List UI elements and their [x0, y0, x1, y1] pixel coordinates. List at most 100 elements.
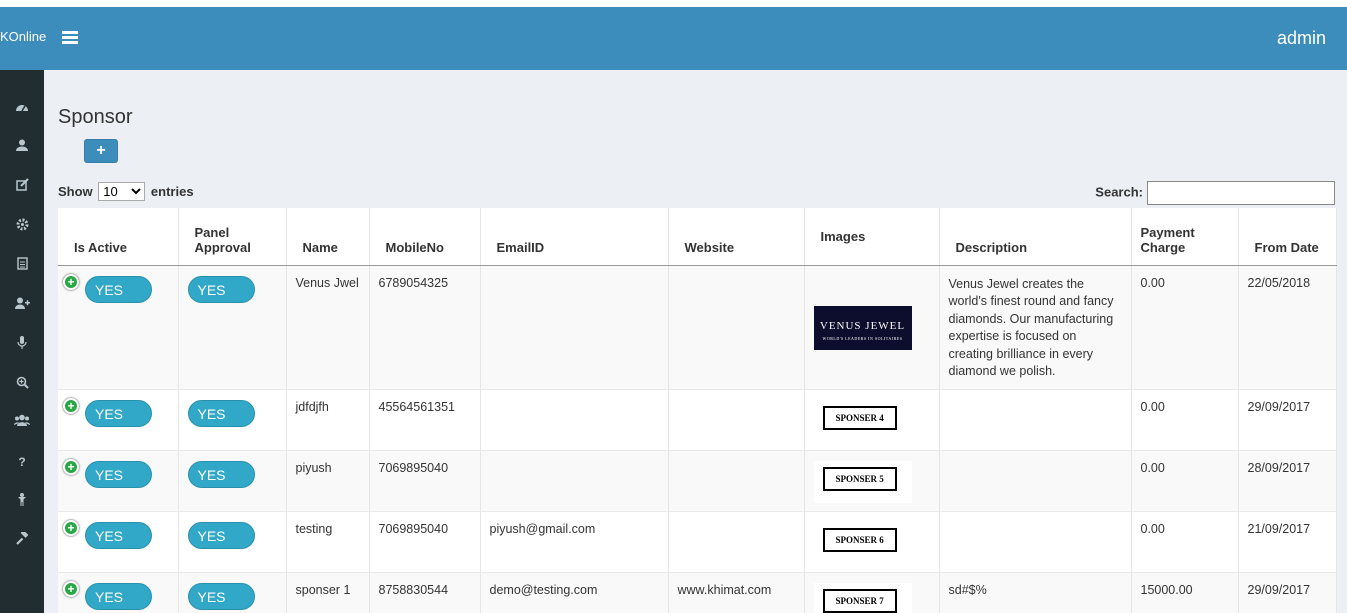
cell-mobile: 7069895040 — [369, 511, 481, 573]
top-header: KOnline admin — [0, 7, 1347, 70]
cell-from-date: 22/05/2018 — [1238, 265, 1337, 390]
cell-mobile: 6789054325 — [369, 265, 481, 390]
cell-image: SPONSER 7 — [804, 572, 940, 613]
col-header-images[interactable]: Images — [804, 208, 940, 266]
cell-from-date: 28/09/2017 — [1238, 450, 1337, 512]
cell-payment: 0.00 — [1131, 450, 1239, 512]
table-row[interactable]: + YES YES testing 7069895040 piyush@gmail… — [58, 511, 1337, 573]
col-header-website[interactable]: Website — [668, 208, 805, 266]
dashboard-icon[interactable] — [14, 100, 30, 116]
panel-approval-toggle[interactable]: YES — [187, 460, 255, 488]
cell-payment: 0.00 — [1131, 265, 1239, 390]
cell-from-date: 29/09/2017 — [1238, 572, 1337, 613]
search-control: Search: — [1095, 181, 1335, 205]
search-plus-icon[interactable] — [14, 376, 30, 392]
expand-row-icon[interactable]: + — [63, 580, 79, 597]
entries-select[interactable]: 10 — [98, 182, 146, 201]
cell-name: Venus Jwel — [286, 265, 370, 390]
entries-length-control: Show 10 entries — [58, 182, 194, 201]
is-active-toggle[interactable]: YES — [85, 582, 152, 610]
search-input[interactable] — [1147, 181, 1335, 205]
cell-name: sponser 1 — [286, 572, 370, 613]
cell-email — [480, 265, 669, 390]
is-active-toggle[interactable]: YES — [85, 399, 152, 427]
sponsor-image: SPONSER 5 — [813, 460, 912, 503]
cell-payment: 15000.00 — [1131, 572, 1239, 613]
user-icon[interactable] — [14, 139, 30, 155]
expand-row-icon[interactable]: + — [63, 273, 79, 290]
cell-image: VENUS JEWEL WORLD'S LEADERS IN SOLITAIRE… — [804, 265, 940, 390]
table-row[interactable]: + YES YES piyush 7069895040 SPONSER 5 0.0… — [58, 450, 1337, 512]
edit-icon[interactable] — [14, 178, 30, 194]
cell-email[interactable]: piyush@gmail.com — [480, 511, 669, 573]
col-header-email[interactable]: EmailID — [480, 208, 669, 266]
col-header-is-active[interactable]: Is Active — [58, 208, 179, 266]
table-header-row: Is Active Panel Approval Name MobileNo E… — [58, 208, 1337, 266]
microphone-icon[interactable] — [14, 336, 30, 352]
cell-from-date: 29/09/2017 — [1238, 389, 1337, 451]
cell-email[interactable]: demo@testing.com — [480, 572, 669, 613]
add-user-icon[interactable] — [14, 297, 30, 313]
gavel-icon[interactable] — [14, 530, 30, 548]
expand-row-icon[interactable]: + — [63, 397, 79, 414]
document-icon[interactable] — [14, 257, 30, 273]
sponsor-image: SPONSER 4 — [813, 399, 912, 442]
cell-website — [668, 265, 805, 390]
col-header-panel-approval[interactable]: Panel Approval — [178, 208, 287, 266]
expand-row-icon[interactable]: + — [63, 519, 79, 536]
cell-description: sd#$% — [939, 572, 1132, 613]
is-active-toggle[interactable]: YES — [85, 275, 152, 303]
cell-description — [939, 450, 1132, 512]
cell-website[interactable]: www.khimat.com — [668, 572, 805, 613]
sponsor-image: SPONSER 7 — [813, 582, 912, 613]
cell-mobile: 8758830544 — [369, 572, 481, 613]
cell-description — [939, 389, 1132, 451]
cell-website — [668, 389, 805, 451]
top-strip — [0, 0, 1347, 7]
page-title: Sponsor — [58, 106, 133, 128]
panel-approval-toggle[interactable]: YES — [187, 521, 255, 549]
user-menu[interactable]: admin — [1277, 28, 1326, 49]
table-row[interactable]: + YES YES sponser 1 8758830544 demo@testi… — [58, 572, 1337, 613]
cell-payment: 0.00 — [1131, 389, 1239, 451]
table-row[interactable]: + YES YES Venus Jwel 6789054325 VENUS JEW… — [58, 265, 1337, 390]
is-active-toggle[interactable]: YES — [85, 521, 152, 549]
sponsor-image: SPONSER 6 — [813, 521, 912, 564]
main-content: Sponsor + Show 10 entries Search: Is Act… — [44, 70, 1347, 613]
cell-name: piyush — [286, 450, 370, 512]
cell-name: testing — [286, 511, 370, 573]
col-header-name[interactable]: Name — [286, 208, 370, 266]
col-header-mobile[interactable]: MobileNo — [369, 208, 481, 266]
settings-icon[interactable] — [14, 218, 30, 234]
menu-toggle-icon[interactable] — [62, 31, 78, 45]
col-header-from-date[interactable]: From Date — [1238, 208, 1337, 266]
sponsor-logo-image: VENUS JEWEL WORLD'S LEADERS IN SOLITAIRE… — [813, 305, 912, 350]
child-icon[interactable] — [14, 493, 30, 509]
panel-approval-toggle[interactable]: YES — [187, 582, 255, 610]
panel-approval-toggle[interactable]: YES — [187, 275, 255, 303]
cell-image: SPONSER 4 — [804, 389, 940, 451]
cell-website — [668, 511, 805, 573]
cell-mobile: 45564561351 — [369, 389, 481, 451]
panel-approval-toggle[interactable]: YES — [187, 399, 255, 427]
show-label: Show — [58, 184, 93, 199]
cell-description: Venus Jewel creates the world's finest r… — [939, 265, 1132, 390]
cell-from-date: 21/09/2017 — [1238, 511, 1337, 573]
cell-payment: 0.00 — [1131, 511, 1239, 573]
cell-mobile: 7069895040 — [369, 450, 481, 512]
cell-email — [480, 450, 669, 512]
add-sponsor-button[interactable]: + — [84, 139, 118, 163]
is-active-toggle[interactable]: YES — [85, 460, 152, 488]
cell-email — [480, 389, 669, 451]
cell-description — [939, 511, 1132, 573]
cell-image: SPONSER 6 — [804, 511, 940, 573]
brand-logo[interactable]: KOnline — [0, 29, 46, 44]
col-header-payment-charge[interactable]: Payment Charge — [1131, 208, 1239, 266]
sidebar: ? — [0, 70, 44, 613]
users-icon[interactable] — [14, 414, 30, 430]
cell-name: jdfdjfh — [286, 389, 370, 451]
table-row[interactable]: + YES YES jdfdjfh 45564561351 SPONSER 4 0… — [58, 389, 1337, 451]
expand-row-icon[interactable]: + — [63, 458, 79, 475]
col-header-description[interactable]: Description — [939, 208, 1132, 266]
question-icon[interactable]: ? — [14, 454, 30, 470]
